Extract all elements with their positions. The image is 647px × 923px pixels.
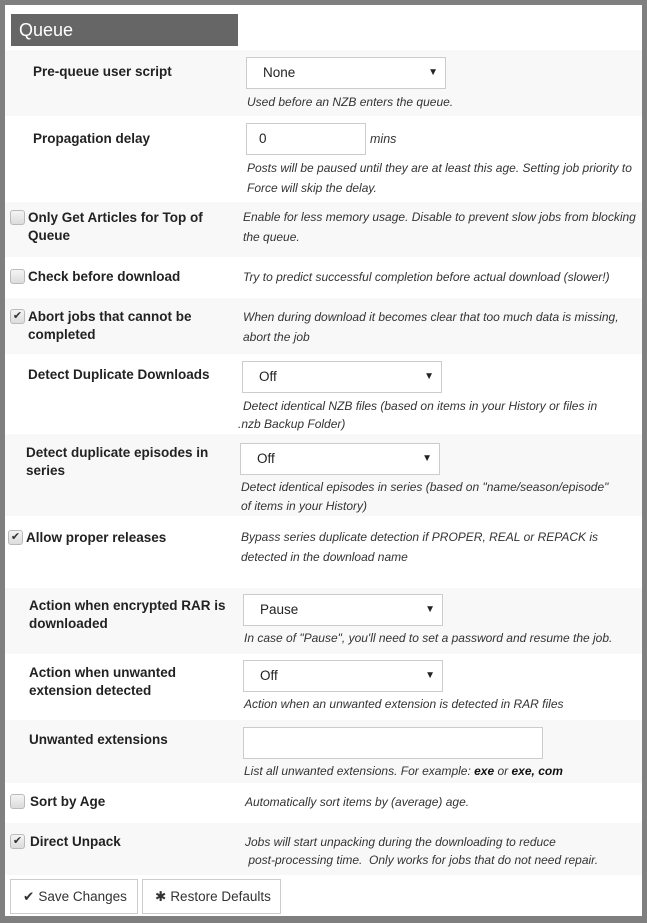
- setting-pre-queue-script: Pre-queue user script None ▼ Used before…: [5, 50, 642, 116]
- setting-label-line1: Action when encrypted RAR is: [29, 598, 226, 613]
- setting-description: List all unwanted extensions. For exampl…: [244, 761, 563, 781]
- check-icon: ✔: [10, 531, 21, 543]
- select-value: Pause: [260, 602, 299, 617]
- description-prefix: List all unwanted extensions. For exampl…: [244, 764, 475, 778]
- setting-top-only: Only Get Articles for Top of Queue Enabl…: [5, 202, 642, 257]
- setting-allow-proper: ✔ Allow proper releases Bypass series du…: [5, 516, 642, 588]
- chevron-down-icon: ▼: [424, 371, 434, 382]
- section-title: Queue: [11, 14, 238, 46]
- select-value: Off: [257, 451, 275, 466]
- setting-description: Automatically sort items by (average) ag…: [245, 795, 470, 809]
- setting-label-line1: Detect duplicate episodes in: [26, 445, 209, 460]
- setting-label-line2: Queue: [28, 228, 71, 243]
- propagation-delay-input[interactable]: 0: [246, 123, 366, 155]
- direct-unpack-checkbox[interactable]: ✔: [10, 834, 25, 849]
- check-icon: ✔: [23, 889, 35, 904]
- unwanted-extensions-input[interactable]: [243, 727, 543, 759]
- setting-no-series-dupes: Detect duplicate episodes in series Off …: [5, 434, 642, 516]
- no-series-dupes-select[interactable]: Off ▼: [240, 443, 440, 475]
- setting-label-line1: Action when unwanted: [29, 665, 176, 680]
- unit-label: mins: [370, 132, 397, 146]
- top-only-checkbox[interactable]: [10, 210, 25, 225]
- setting-label-line1: Abort jobs that cannot be: [28, 309, 192, 324]
- pre-check-checkbox[interactable]: [10, 269, 25, 284]
- check-icon: ✔: [12, 310, 23, 322]
- setting-auto-sort: Sort by Age Automatically sort items by …: [5, 783, 642, 823]
- chevron-down-icon: ▼: [422, 453, 432, 464]
- chevron-down-icon: ▼: [425, 670, 435, 681]
- setting-pre-check: Check before download Try to predict suc…: [5, 257, 642, 298]
- setting-label: Unwanted extensions: [29, 732, 168, 747]
- select-value: Off: [259, 369, 277, 384]
- setting-no-dupes: Detect Duplicate Downloads Off ▼ Detect …: [5, 354, 642, 434]
- setting-label-line2: downloaded: [29, 616, 108, 631]
- setting-description: Used before an NZB enters the queue.: [247, 95, 454, 109]
- setting-description: Action when an unwanted extension is det…: [244, 697, 564, 711]
- setting-label: Propagation delay: [33, 131, 151, 146]
- chevron-down-icon: ▼: [425, 604, 435, 615]
- setting-label-line2: extension detected: [29, 683, 152, 698]
- restore-defaults-button[interactable]: ✱ Restore Defaults: [142, 879, 281, 914]
- setting-description-line1: Enable for less memory usage. Disable to…: [243, 210, 636, 224]
- button-label: Restore Defaults: [170, 889, 271, 904]
- setting-label-line1: Only Get Articles for Top of: [28, 210, 203, 225]
- example-exe-com: exe, com: [511, 764, 563, 778]
- select-value: Off: [260, 668, 278, 683]
- select-value: None: [263, 65, 296, 80]
- setting-description-line1: Detect identical episodes in series (bas…: [241, 480, 609, 494]
- setting-description-line2: post-processing time. Only works for job…: [245, 853, 599, 867]
- pre-queue-script-select[interactable]: None ▼: [246, 57, 446, 89]
- setting-description-line2: the queue.: [243, 230, 300, 244]
- example-exe: exe: [474, 764, 495, 778]
- fail-hopeless-checkbox[interactable]: ✔: [10, 309, 25, 324]
- chevron-down-icon: ▼: [428, 67, 438, 78]
- setting-description-line2: .nzb Backup Folder): [238, 417, 346, 431]
- setting-description-line1: Detect identical NZB files (based on ite…: [243, 399, 598, 413]
- check-icon: ✔: [12, 835, 23, 847]
- setting-description-line1: Jobs will start unpacking during the dow…: [245, 835, 556, 849]
- description-or: or: [494, 764, 512, 778]
- setting-description-line2: detected in the download name: [241, 550, 408, 564]
- setting-description-line1: Posts will be paused until they are at l…: [247, 161, 632, 175]
- setting-description: Try to predict successful completion bef…: [243, 270, 610, 284]
- setting-label: Detect Duplicate Downloads: [28, 367, 210, 382]
- setting-propagation-delay: Propagation delay 0 mins Posts will be p…: [5, 116, 642, 202]
- setting-label: Sort by Age: [30, 794, 106, 809]
- setting-label-line2: completed: [28, 327, 96, 342]
- config-panel: Queue Pre-queue user script None ▼ Used …: [5, 5, 642, 916]
- setting-pause-on-pwrar: Action when encrypted RAR is downloaded …: [5, 588, 642, 654]
- auto-sort-checkbox[interactable]: [10, 794, 25, 809]
- setting-description-line1: When during download it becomes clear th…: [243, 310, 619, 324]
- button-label: Save Changes: [38, 889, 127, 904]
- setting-description-line2: abort the job: [243, 330, 310, 344]
- setting-label: Allow proper releases: [26, 530, 167, 545]
- setting-action-on-unwanted: Action when unwanted extension detected …: [5, 654, 642, 720]
- setting-description-line1: Bypass series duplicate detection if PRO…: [241, 530, 599, 544]
- save-changes-button[interactable]: ✔ Save Changes: [10, 879, 138, 914]
- setting-description: In case of "Pause", you'll need to set a…: [244, 631, 613, 645]
- setting-label-line2: series: [26, 463, 66, 478]
- pause-on-pwrar-select[interactable]: Pause ▼: [243, 594, 443, 626]
- setting-direct-unpack: ✔ Direct Unpack Jobs will start unpackin…: [5, 823, 642, 875]
- setting-label: Check before download: [28, 269, 181, 284]
- asterisk-icon: ✱: [155, 889, 167, 904]
- setting-label: Direct Unpack: [30, 834, 121, 849]
- no-dupes-select[interactable]: Off ▼: [242, 361, 442, 393]
- setting-label: Pre-queue user script: [33, 64, 172, 79]
- setting-unwanted-extensions: Unwanted extensions List all unwanted ex…: [5, 720, 642, 783]
- setting-description-line2: Force will skip the delay.: [247, 181, 377, 195]
- setting-description-line2: of items in your History): [241, 499, 368, 513]
- allow-proper-checkbox[interactable]: ✔: [8, 530, 23, 545]
- setting-fail-hopeless: ✔ Abort jobs that cannot be completed Wh…: [5, 298, 642, 354]
- action-on-unwanted-select[interactable]: Off ▼: [243, 660, 443, 692]
